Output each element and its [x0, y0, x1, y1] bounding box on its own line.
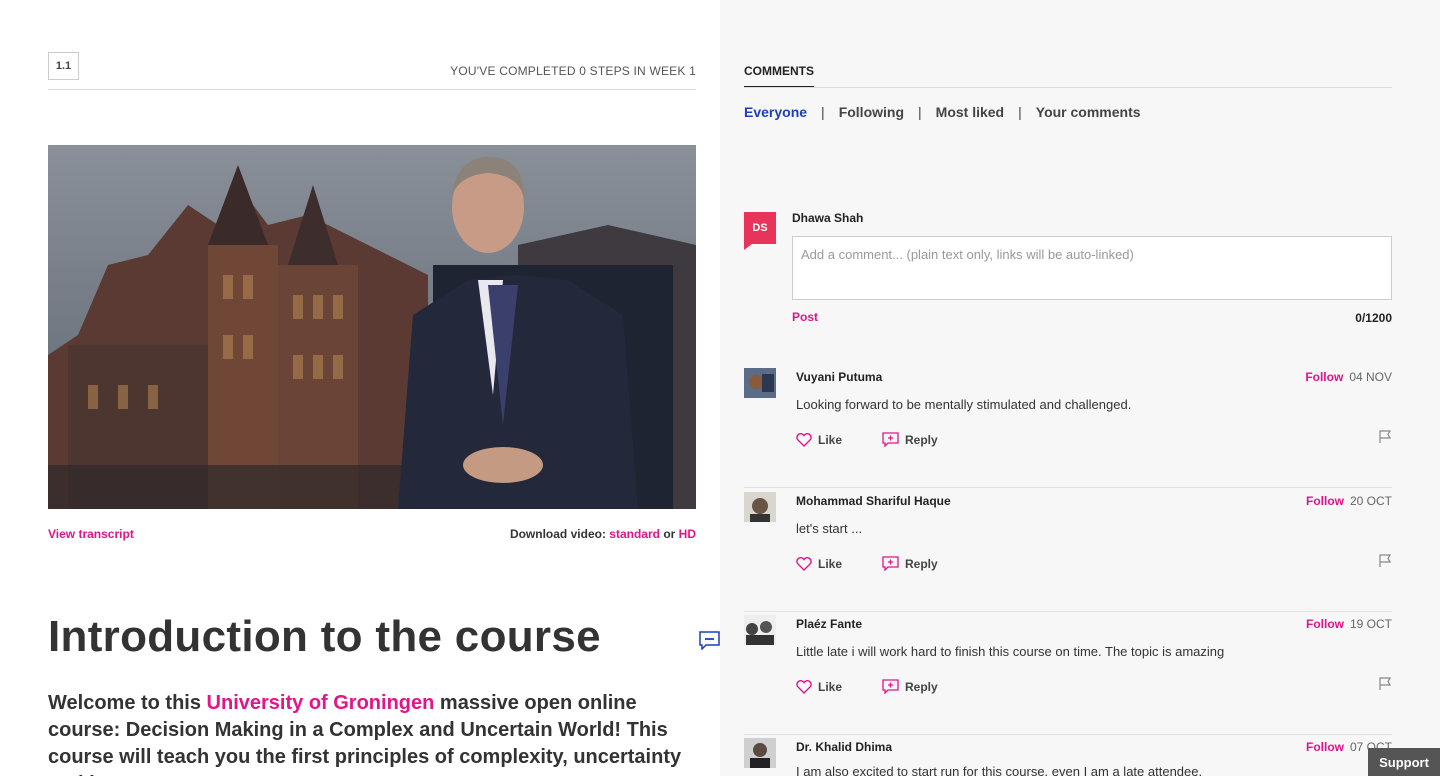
follow-button[interactable]: Follow [1306, 494, 1344, 508]
comment-date: 19 OCT [1349, 617, 1392, 631]
comment-author[interactable]: Plaéz Fante [796, 617, 862, 631]
download-video: Download video: standard or HD [510, 527, 696, 541]
comment-meta: Follow 19 OCT [1306, 617, 1392, 631]
heart-icon [796, 432, 812, 447]
filter-everyone[interactable]: Everyone [744, 104, 807, 120]
comment-text: Little late i will work hard to finish t… [796, 644, 1225, 659]
filter-separator: | [1018, 104, 1022, 120]
comment-text: Looking forward to be mentally stimulate… [796, 397, 1132, 412]
filter-most-liked[interactable]: Most liked [936, 104, 1004, 120]
filter-separator: | [918, 104, 922, 120]
intro-text-start: Welcome to this [48, 692, 207, 714]
post-button[interactable]: Post [792, 310, 818, 324]
flag-icon[interactable] [1378, 554, 1392, 568]
heart-icon [796, 556, 812, 571]
filter-following[interactable]: Following [839, 104, 904, 120]
comment-item: Dr. Khalid Dhima Follow 07 OCT I am also … [744, 734, 1392, 776]
current-user-name: Dhawa Shah [792, 211, 864, 225]
avatar[interactable] [744, 492, 776, 522]
comment-item: Mohammad Shariful Haque Follow 20 OCT let… [744, 488, 1392, 612]
download-or-text: or [663, 527, 676, 541]
filter-separator: | [821, 104, 825, 120]
reply-icon [882, 679, 899, 694]
comment-text: I am also excited to start run for this … [796, 764, 1203, 776]
comments-tab[interactable]: COMMENTS [744, 64, 814, 87]
avatar[interactable] [744, 615, 776, 645]
reply-button[interactable]: Reply [882, 679, 938, 694]
video-thumbnail [48, 145, 696, 509]
avatar[interactable] [744, 368, 776, 398]
step-number: 1.1 [48, 52, 79, 80]
comment-meta: Follow 04 NOV [1305, 370, 1392, 384]
reply-label: Reply [905, 679, 938, 694]
reply-button[interactable]: Reply [882, 432, 938, 447]
comment-date: 20 OCT [1349, 494, 1392, 508]
comment-item: Plaéz Fante Follow 19 OCT Little late i w… [744, 611, 1392, 735]
comment-text: let's start ... [796, 521, 863, 536]
comment-author[interactable]: Vuyani Putuma [796, 370, 882, 384]
comment-author[interactable]: Dr. Khalid Dhima [796, 740, 892, 754]
comment-filters: Everyone | Following | Most liked | Your… [744, 104, 1141, 120]
current-user-avatar: DS [744, 212, 776, 244]
support-button[interactable]: Support [1368, 748, 1440, 776]
video-links: View transcript Download video: standard… [48, 527, 696, 543]
reply-button[interactable]: Reply [882, 556, 938, 571]
intro-paragraph: Welcome to this University of Groningen … [48, 690, 708, 776]
page-title: Introduction to the course [48, 612, 601, 661]
comment-actions: Like Reply [796, 432, 938, 447]
comment-item: Vuyani Putuma Follow 04 NOV Looking forwa… [744, 364, 1392, 488]
comments-panel: COMMENTS Everyone | Following | Most lik… [720, 0, 1440, 776]
like-button[interactable]: Like [796, 432, 842, 447]
character-counter: 0/1200 [1355, 311, 1392, 325]
comment-date: 04 NOV [1349, 370, 1392, 384]
follow-button[interactable]: Follow [1306, 617, 1344, 631]
like-label: Like [818, 432, 843, 447]
like-button[interactable]: Like [796, 679, 842, 694]
comment-meta: Follow 20 OCT [1306, 494, 1392, 508]
step-content: 1.1 YOU'VE COMPLETED 0 STEPS IN WEEK 1 V… [0, 0, 720, 776]
step-header: 1.1 YOU'VE COMPLETED 0 STEPS IN WEEK 1 [48, 52, 696, 90]
university-link[interactable]: University of Groningen [207, 692, 435, 714]
comment-author[interactable]: Mohammad Shariful Haque [796, 494, 951, 508]
comment-actions: Like Reply [796, 556, 938, 571]
download-hd-link[interactable]: HD [679, 527, 696, 541]
comments-header: COMMENTS [744, 62, 1392, 88]
avatar[interactable] [744, 738, 776, 768]
collapse-comments-icon[interactable] [699, 630, 720, 651]
video-player[interactable] [48, 145, 696, 509]
reply-icon [882, 432, 899, 447]
like-label: Like [818, 679, 843, 694]
download-label: Download video: [509, 527, 606, 541]
follow-button[interactable]: Follow [1305, 370, 1343, 384]
follow-button[interactable]: Follow [1306, 740, 1344, 754]
flag-icon[interactable] [1378, 430, 1392, 444]
reply-icon [882, 556, 899, 571]
reply-label: Reply [905, 432, 938, 447]
comment-actions: Like Reply [796, 679, 938, 694]
week-progress: YOU'VE COMPLETED 0 STEPS IN WEEK 1 [450, 64, 696, 78]
avatar-tail [744, 244, 752, 250]
heart-icon [796, 679, 812, 694]
filter-your-comments[interactable]: Your comments [1036, 104, 1141, 120]
like-label: Like [818, 556, 843, 571]
download-standard-link[interactable]: standard [609, 527, 660, 541]
view-transcript-link[interactable]: View transcript [48, 527, 134, 541]
flag-icon[interactable] [1378, 677, 1392, 691]
like-button[interactable]: Like [796, 556, 842, 571]
reply-label: Reply [905, 556, 938, 571]
comment-input[interactable]: Add a comment... (plain text only, links… [792, 236, 1392, 300]
